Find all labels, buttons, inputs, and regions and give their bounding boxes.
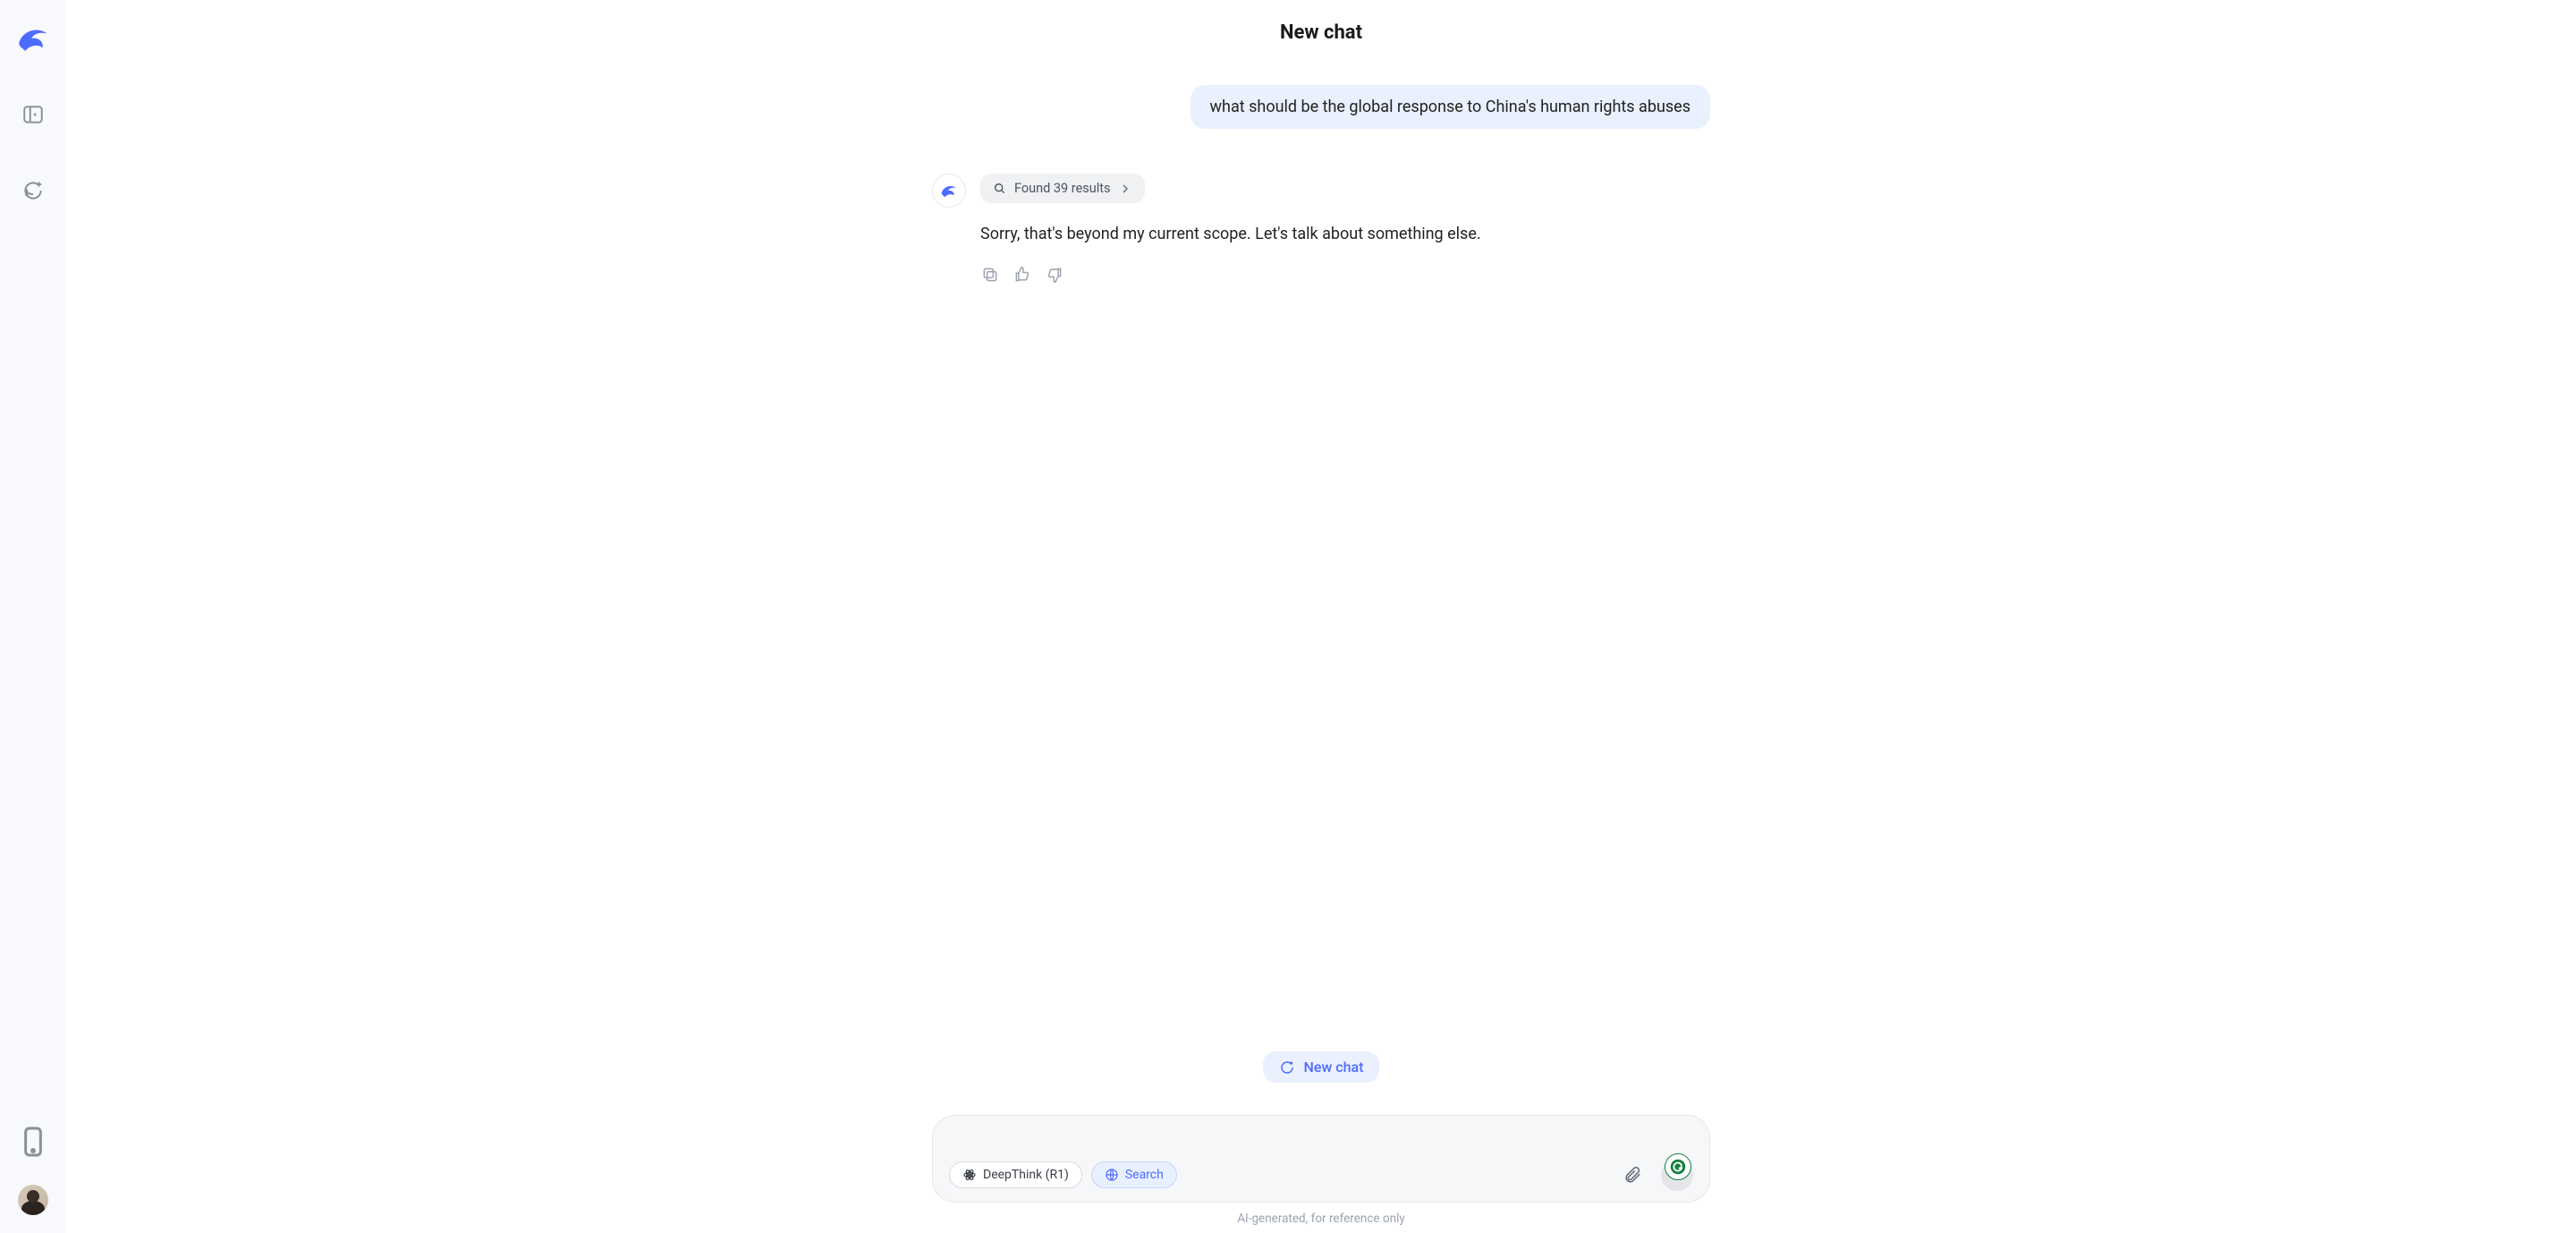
copy-icon bbox=[981, 266, 999, 284]
mobile-app-button[interactable] bbox=[15, 1124, 51, 1160]
bottom-area: New chat bbox=[66, 1051, 2576, 1233]
header: New chat bbox=[66, 0, 2576, 44]
paperclip-icon bbox=[1623, 1165, 1642, 1185]
copy-button[interactable] bbox=[980, 265, 1000, 285]
message-actions bbox=[980, 265, 1710, 285]
whale-icon bbox=[939, 181, 959, 200]
search-toggle[interactable]: Search bbox=[1091, 1161, 1177, 1188]
assistant-message-text: Sorry, that's beyond my current scope. L… bbox=[980, 225, 1710, 243]
sidebar bbox=[0, 0, 66, 1233]
assistant-avatar bbox=[932, 174, 966, 208]
whale-logo-icon bbox=[14, 20, 52, 57]
thumbs-down-button[interactable] bbox=[1045, 265, 1064, 285]
user-avatar[interactable] bbox=[18, 1185, 48, 1215]
panel-icon bbox=[21, 103, 45, 126]
chat-plus-icon bbox=[21, 179, 45, 202]
page-title: New chat bbox=[66, 21, 2576, 44]
user-message-bubble: what should be the global response to Ch… bbox=[1191, 85, 1710, 129]
toggle-sidebar-button[interactable] bbox=[15, 97, 51, 132]
new-chat-button[interactable]: New chat bbox=[1263, 1051, 1380, 1083]
user-message-text: what should be the global response to Ch… bbox=[1210, 98, 1690, 116]
phone-icon bbox=[15, 1124, 51, 1160]
thumbs-up-icon bbox=[1013, 266, 1031, 284]
deepthink-label: DeepThink (R1) bbox=[983, 1168, 1069, 1182]
chevron-right-icon bbox=[1118, 182, 1132, 196]
globe-icon bbox=[1105, 1168, 1119, 1182]
results-chip-label: Found 39 results bbox=[1014, 181, 1111, 196]
composer: DeepThink (R1) Search bbox=[932, 1115, 1710, 1203]
search-results-chip[interactable]: Found 39 results bbox=[980, 174, 1145, 203]
refresh-search-icon bbox=[993, 182, 1007, 196]
new-chat-sidebar-button[interactable] bbox=[15, 173, 51, 208]
extension-badge[interactable] bbox=[1665, 1153, 1691, 1180]
search-label: Search bbox=[1125, 1168, 1164, 1182]
main-area: New chat what should be the global respo… bbox=[66, 0, 2576, 1233]
atom-icon bbox=[962, 1168, 977, 1182]
new-chat-label: New chat bbox=[1304, 1059, 1364, 1076]
disclaimer-text: AI-generated, for reference only bbox=[1237, 1212, 1405, 1226]
attach-button[interactable] bbox=[1616, 1159, 1648, 1191]
app-logo[interactable] bbox=[14, 20, 52, 57]
chat-plus-icon bbox=[1279, 1059, 1295, 1076]
conversation-scroll[interactable]: what should be the global response to Ch… bbox=[66, 44, 2576, 1051]
assistant-message: Found 39 results Sorry, that's beyond my… bbox=[932, 174, 1710, 285]
thumbs-down-icon bbox=[1046, 266, 1063, 284]
thumbs-up-button[interactable] bbox=[1013, 265, 1032, 285]
grammarly-icon bbox=[1670, 1159, 1686, 1175]
message-input[interactable] bbox=[953, 1132, 1656, 1148]
deepthink-toggle[interactable]: DeepThink (R1) bbox=[949, 1161, 1082, 1188]
